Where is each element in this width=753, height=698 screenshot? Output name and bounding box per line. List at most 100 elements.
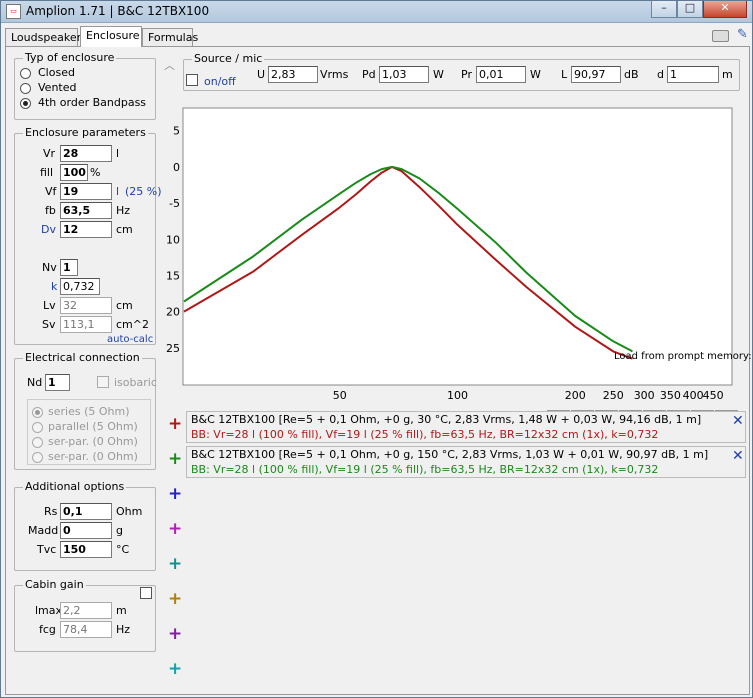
- fb-label: fb: [45, 204, 56, 217]
- group-title: Source / mic: [192, 52, 265, 65]
- isobaric-checkbox[interactable]: [97, 376, 109, 388]
- cabin-gain-checkbox[interactable]: [140, 587, 152, 599]
- frequency-response-chart: 50-5-10-15-20-25 50100200250300350400450: [166, 107, 733, 402]
- x-tick-label: 400: [683, 389, 704, 402]
- response-1-speaker: B&C 12TBX100 [Re=5 + 0,1 Ohm, +0 g, 30 °…: [191, 413, 702, 426]
- y-tick-label: -10: [166, 233, 180, 246]
- fill-unit: %: [90, 166, 101, 179]
- dv-input[interactable]: 12: [60, 221, 112, 238]
- add-response-plus-icon-4[interactable]: +: [168, 521, 182, 538]
- vf-input[interactable]: 19: [60, 183, 112, 200]
- vf-label: Vf: [45, 185, 57, 198]
- pr-unit: W: [530, 68, 541, 81]
- add-response-plus-icon-7[interactable]: +: [168, 626, 182, 643]
- lv-label: Lv: [43, 299, 56, 312]
- pin-icon[interactable]: ✎: [737, 27, 748, 42]
- madd-label: Madd: [28, 524, 59, 537]
- radio-closed[interactable]: [20, 68, 31, 79]
- radio-serpar-1-label: ser-par. (0 Ohm): [48, 435, 138, 448]
- radio-serpar-1[interactable]: [32, 437, 43, 448]
- radio-parallel[interactable]: [32, 422, 43, 433]
- window-title: Amplion 1.71 | B&C 12TBX100: [26, 4, 210, 18]
- fb-input[interactable]: 63,5: [60, 202, 112, 219]
- radio-vented-label: Vented: [38, 81, 77, 94]
- radio-series-label: series (5 Ohm): [48, 405, 130, 418]
- rs-label: Rs: [44, 505, 58, 518]
- tab-loudspeaker[interactable]: Loudspeaker: [5, 28, 81, 47]
- nv-input[interactable]: 1: [60, 259, 78, 276]
- source-onoff-checkbox[interactable]: [186, 74, 198, 86]
- vf-unit: l: [116, 185, 120, 198]
- additional-options-group: Additional options Rs 0,1 Ohm Madd 0 g T…: [14, 480, 156, 571]
- response-2-speaker: B&C 12TBX100 [Re=5 + 0,1 Ohm, +0 g, 150 …: [191, 448, 709, 461]
- minimize-button[interactable]: –: [651, 1, 677, 18]
- electrical-group: Electrical connection Nd 1 isobaric seri…: [14, 351, 157, 470]
- close-button[interactable]: ✕: [703, 1, 747, 18]
- isobaric-label: isobaric: [114, 376, 157, 389]
- nv-label: Nv: [42, 261, 57, 274]
- y-tick-label: 5: [173, 125, 180, 138]
- tvc-unit: °C: [116, 543, 130, 556]
- lv-value: 32: [60, 297, 112, 314]
- radio-series[interactable]: [32, 407, 43, 418]
- group-title: Additional options: [23, 480, 127, 493]
- sv-label: Sv: [42, 318, 56, 331]
- dv-unit: cm: [116, 223, 133, 236]
- y-tick-label: -5: [169, 197, 180, 210]
- prompt-memory-label: Load from prompt memory:: [614, 351, 752, 362]
- add-response-plus-icon-5[interactable]: +: [168, 556, 182, 573]
- add-response-plus-icon-6[interactable]: +: [168, 591, 182, 608]
- connection-options-box: series (5 Ohm) parallel (5 Ohm) ser-par.…: [27, 399, 151, 465]
- u-input[interactable]: 2,83: [268, 66, 318, 83]
- nd-input[interactable]: 1: [45, 374, 70, 391]
- title-bar: ▭ Amplion 1.71 | B&C 12TBX100 – □ ✕: [1, 1, 752, 23]
- vf-percent: (25 %): [125, 185, 162, 198]
- maximize-button[interactable]: □: [677, 1, 703, 18]
- remove-response-2-icon[interactable]: ✕: [732, 448, 744, 464]
- add-response-plus-icon-8[interactable]: +: [168, 661, 182, 678]
- d-input[interactable]: 1: [667, 66, 719, 83]
- pd-label: Pd: [362, 68, 376, 81]
- source-mic-group: Source / mic on/off U 2,83 Vrms Pd 1,03 …: [183, 52, 740, 91]
- x-tick-label: 200: [565, 389, 586, 402]
- auto-calc-link[interactable]: auto-calc: [107, 334, 153, 345]
- rs-input[interactable]: 0,1: [60, 503, 112, 520]
- response-item-1[interactable]: B&C 12TBX100 [Re=5 + 0,1 Ohm, +0 g, 30 °…: [186, 411, 746, 443]
- radio-bandpass[interactable]: [20, 98, 31, 109]
- add-response-plus-icon-1[interactable]: +: [168, 416, 182, 433]
- vr-label: Vr: [43, 147, 56, 160]
- tab-enclosure[interactable]: Enclosure: [80, 26, 142, 47]
- radio-serpar-2-label: ser-par. (0 Ohm): [48, 450, 138, 463]
- fcg-input[interactable]: 78,4: [60, 621, 112, 638]
- camera-icon[interactable]: [712, 30, 729, 42]
- remove-response-1-icon[interactable]: ✕: [732, 413, 744, 429]
- l-value: 90,97: [571, 66, 621, 83]
- pr-value: 0,01: [476, 66, 526, 83]
- tvc-input[interactable]: 150: [60, 541, 112, 558]
- add-response-plus-icon-2[interactable]: +: [168, 451, 182, 468]
- fb-unit: Hz: [116, 204, 131, 217]
- response-item-2[interactable]: B&C 12TBX100 [Re=5 + 0,1 Ohm, +0 g, 150 …: [186, 446, 746, 478]
- pd-value: 1,03: [379, 66, 429, 83]
- lmax-input[interactable]: 2,2: [60, 602, 112, 619]
- d-label: d: [657, 68, 664, 81]
- fill-input[interactable]: 100: [60, 164, 88, 181]
- vr-input[interactable]: 28: [60, 145, 112, 162]
- sv-unit: cm^2: [116, 318, 149, 331]
- lmax-label: lmax: [35, 604, 63, 617]
- madd-input[interactable]: 0: [60, 522, 112, 539]
- x-tick-label: 50: [333, 389, 347, 402]
- radio-vented[interactable]: [20, 83, 31, 94]
- tab-formulas[interactable]: Formulas: [142, 28, 198, 47]
- u-unit: Vrms: [320, 68, 349, 81]
- fill-label: fill: [40, 166, 54, 179]
- collapse-chevron-icon[interactable]: ︿: [164, 57, 175, 73]
- cabin-gain-group: Cabin gain lmax 2,2 m fcg 78,4 Hz: [14, 578, 156, 652]
- enclosure-params-group: Enclosure parameters Vr 28 l fill 100 % …: [14, 126, 162, 345]
- sv-value: 113,1: [60, 316, 112, 333]
- madd-unit: g: [116, 524, 123, 537]
- add-response-plus-icon-3[interactable]: +: [168, 486, 182, 503]
- radio-bandpass-label: 4th order Bandpass: [38, 96, 147, 109]
- y-tick-label: 0: [173, 161, 180, 174]
- radio-serpar-2[interactable]: [32, 452, 43, 463]
